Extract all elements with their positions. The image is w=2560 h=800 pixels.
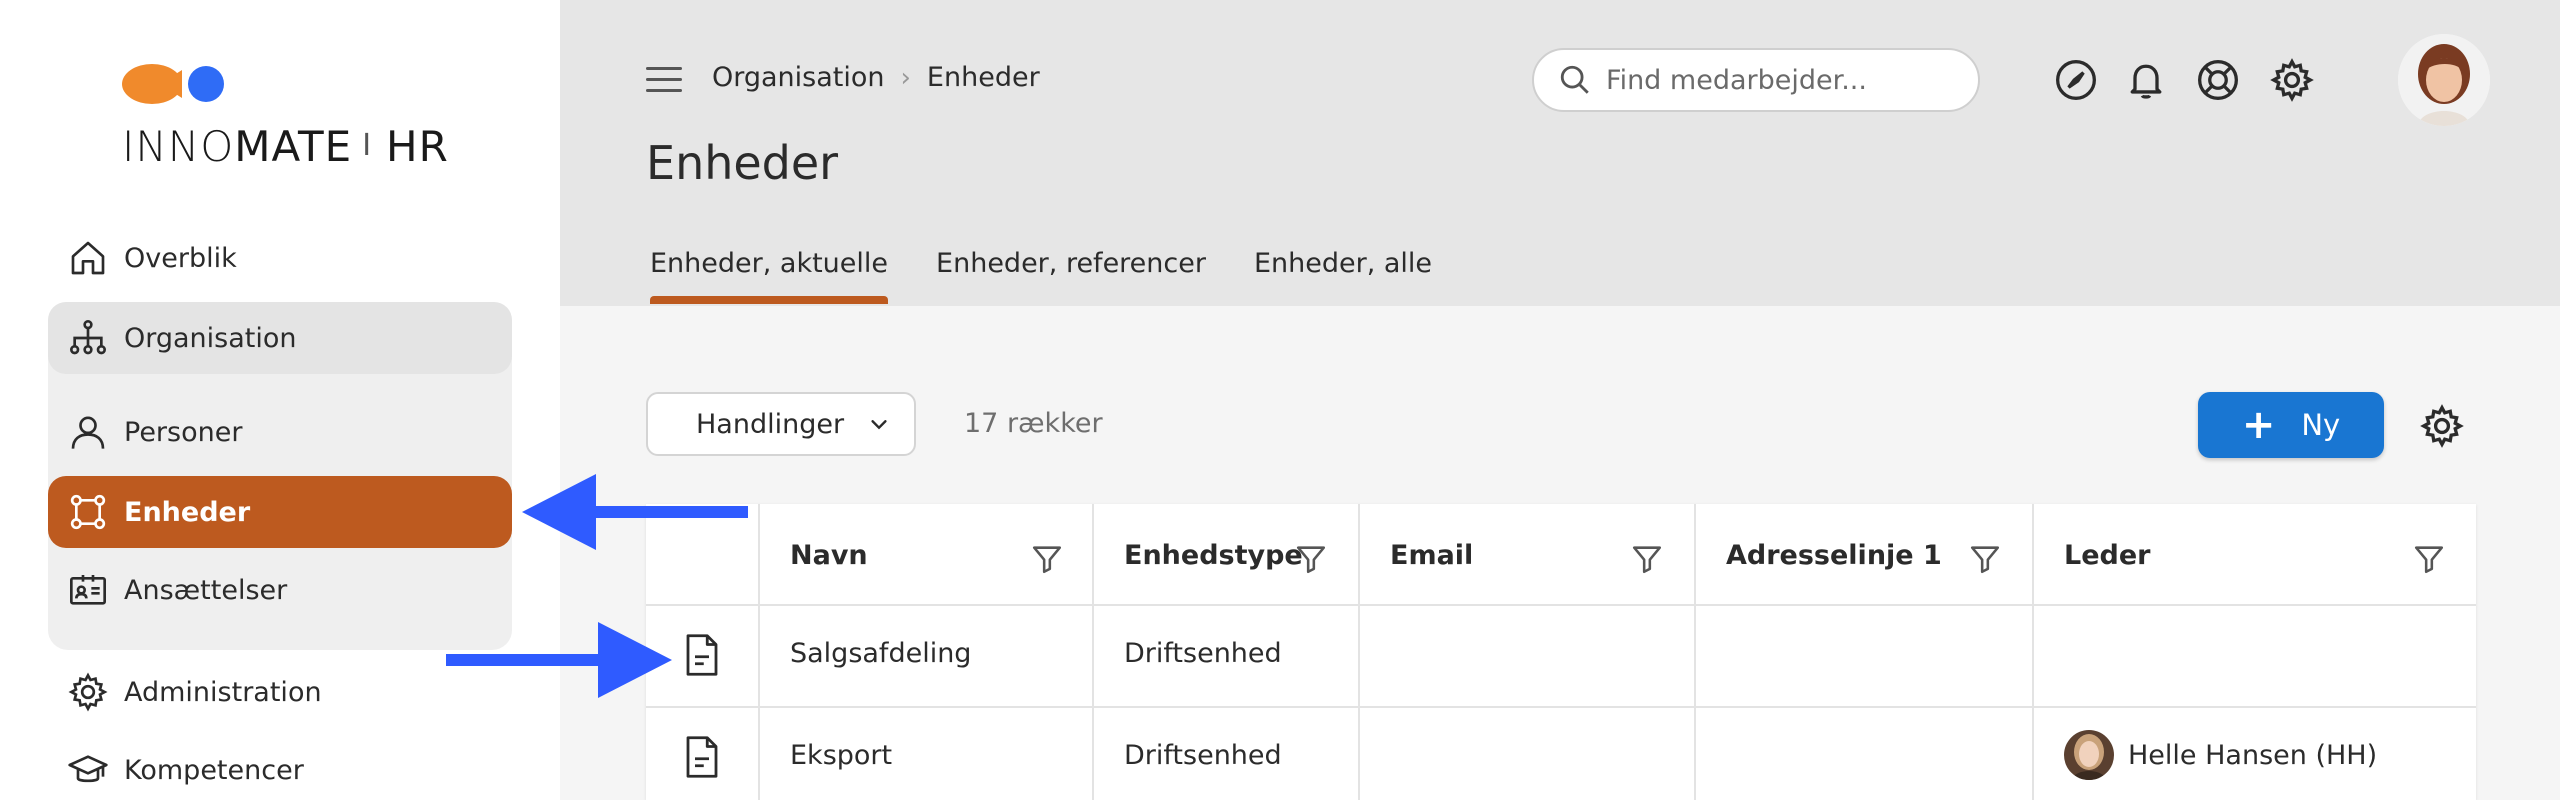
logo-wordmark: INNOMATE I HR xyxy=(122,122,449,171)
sidebar-item-label: Enheder xyxy=(124,496,251,528)
tab-bar: Enheder, aktuelle Enheder, referencer En… xyxy=(650,248,1480,304)
actions-dropdown[interactable]: Handlinger xyxy=(646,392,916,456)
settings-gear-icon[interactable] xyxy=(2270,58,2314,102)
id-card-icon xyxy=(66,568,110,612)
navigation-icon[interactable] xyxy=(2054,58,2098,102)
filter-email-icon[interactable] xyxy=(1630,542,1664,576)
actions-dropdown-label: Handlinger xyxy=(696,408,845,440)
graduation-cap-icon xyxy=(66,748,110,792)
admin-gear-icon xyxy=(66,670,110,714)
plus-icon: + xyxy=(2241,402,2276,448)
document-icon[interactable] xyxy=(684,736,720,778)
row-count: 17 rækker xyxy=(964,408,1103,439)
page-title: Enheder xyxy=(646,136,839,190)
units-table: Navn Enhedstype Email Adresselinje 1 Led… xyxy=(646,504,2476,800)
chevron-right-icon: › xyxy=(900,62,911,93)
units-icon xyxy=(66,490,110,534)
table-row-divider xyxy=(646,706,2476,708)
column-header-email[interactable]: Email xyxy=(1390,540,1473,571)
breadcrumb-organisation[interactable]: Organisation xyxy=(712,62,885,93)
bell-icon[interactable] xyxy=(2124,58,2168,102)
cell-enhedstype: Driftsenhed xyxy=(1124,740,1282,771)
logo-mark-icon xyxy=(122,64,224,104)
annotation-arrow-right xyxy=(446,622,672,698)
logo-text-inno: INNO xyxy=(122,122,235,171)
sidebar-item-personer[interactable]: Personer xyxy=(48,396,512,468)
home-icon xyxy=(66,236,110,280)
tab-enheder-aktuelle[interactable]: Enheder, aktuelle xyxy=(650,248,889,304)
user-avatar[interactable] xyxy=(2398,34,2490,126)
chevron-down-icon xyxy=(871,420,887,430)
tab-enheder-alle[interactable]: Enheder, alle xyxy=(1254,248,1432,279)
logo-separator: I xyxy=(362,128,373,163)
menu-hamburger-icon[interactable] xyxy=(646,66,682,94)
breadcrumb: Organisation › Enheder xyxy=(712,62,1040,93)
sidebar-item-administration[interactable]: Administration xyxy=(48,656,512,728)
search-icon xyxy=(1560,65,1589,94)
table-settings-gear-icon[interactable] xyxy=(2420,404,2464,448)
sidebar-item-label: Administration xyxy=(124,676,322,708)
filter-enhedstype-icon[interactable] xyxy=(1294,542,1328,576)
annotation-arrow-left xyxy=(522,474,748,550)
filter-leder-icon[interactable] xyxy=(2412,542,2446,576)
sidebar-item-enheder[interactable]: Enheder xyxy=(48,476,512,548)
leader-avatar xyxy=(2064,730,2114,780)
column-header-navn[interactable]: Navn xyxy=(790,540,868,571)
filter-navn-icon[interactable] xyxy=(1030,542,1064,576)
column-header-adresselinje[interactable]: Adresselinje 1 xyxy=(1726,540,1942,571)
logo-text-mate: MATE xyxy=(234,122,353,171)
sidebar-item-label: Personer xyxy=(124,416,243,448)
logo-text-hr: HR xyxy=(386,122,449,171)
tab-enheder-referencer[interactable]: Enheder, referencer xyxy=(936,248,1206,279)
column-header-leder[interactable]: Leder xyxy=(2064,540,2150,571)
help-lifebuoy-icon[interactable] xyxy=(2196,58,2240,102)
cell-navn[interactable]: Eksport xyxy=(790,740,892,771)
search-input[interactable] xyxy=(1606,64,1946,96)
document-icon[interactable] xyxy=(684,634,720,676)
new-unit-button[interactable]: + Ny xyxy=(2198,392,2384,458)
sidebar-item-label: Ansættelser xyxy=(124,574,288,606)
table-header-divider xyxy=(646,604,2476,606)
column-header-enhedstype[interactable]: Enhedstype xyxy=(1124,540,1303,571)
new-button-label: Ny xyxy=(2301,408,2341,442)
sidebar-item-kompetencer[interactable]: Kompetencer xyxy=(48,734,512,800)
sidebar-item-overblik[interactable]: Overblik xyxy=(48,222,512,294)
breadcrumb-enheder: Enheder xyxy=(926,62,1040,93)
org-chart-icon xyxy=(66,316,110,360)
cell-navn[interactable]: Salgsafdeling xyxy=(790,638,971,669)
sidebar-item-label: Organisation xyxy=(124,322,297,354)
sidebar-item-label: Kompetencer xyxy=(124,754,304,786)
cell-enhedstype: Driftsenhed xyxy=(1124,638,1282,669)
cell-leder[interactable]: Helle Hansen (HH) xyxy=(2128,740,2377,771)
search-box[interactable] xyxy=(1532,48,1980,112)
sidebar-item-ansaettelser[interactable]: Ansættelser xyxy=(48,554,512,626)
filter-adresselinje-icon[interactable] xyxy=(1968,542,2002,576)
person-icon xyxy=(66,410,110,454)
sidebar-item-label: Overblik xyxy=(124,242,237,274)
sidebar-item-organisation[interactable]: Organisation xyxy=(48,302,512,374)
